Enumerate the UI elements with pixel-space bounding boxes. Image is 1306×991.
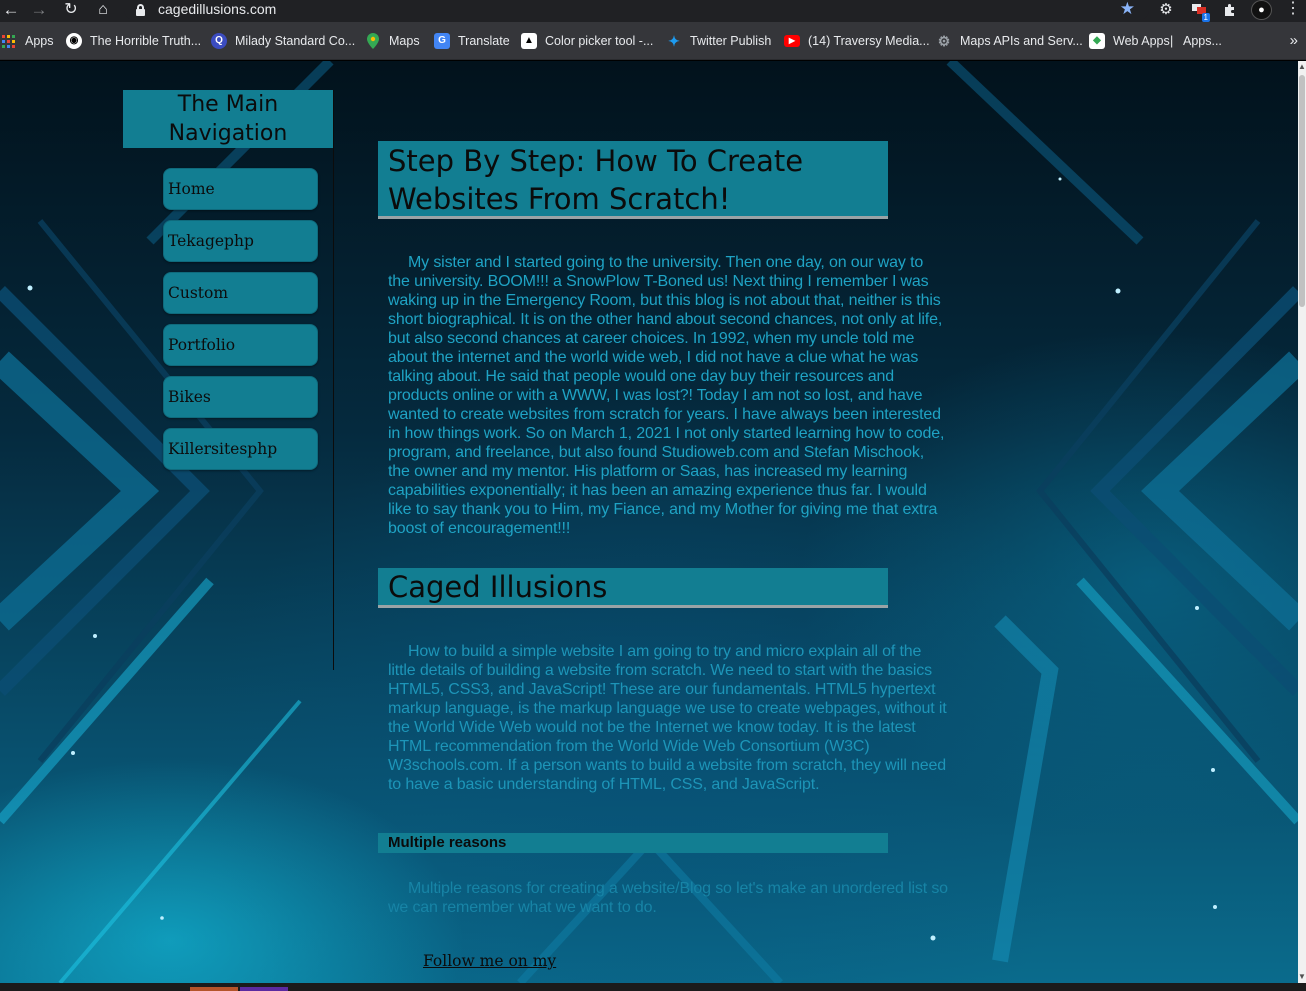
scroll-down-arrow-icon[interactable]: ▼ xyxy=(1298,973,1306,981)
maps-pin-icon xyxy=(365,33,381,49)
browser-toolbar: ← → ↻ ⌂ cagedillusions.com ★ ⚙ 1 ● ⋮ xyxy=(0,0,1306,22)
scroll-up-arrow-icon[interactable]: ▲ xyxy=(1298,63,1306,71)
forward-arrow-icon[interactable]: → xyxy=(28,0,50,20)
extension-flag-icon[interactable]: 1 xyxy=(1188,0,1210,22)
reload-icon[interactable]: ↻ xyxy=(60,0,82,20)
bookmark-label: Apps... xyxy=(1183,34,1222,48)
taskbar-app-indicator[interactable] xyxy=(240,987,288,991)
bookmark-label: The Horrible Truth... xyxy=(90,34,202,48)
main-navigation: The Main Navigation Home Tekagephp Custo… xyxy=(123,90,334,670)
extension-gear-icon[interactable]: ⚙ xyxy=(1155,0,1177,20)
bookmark-label: Translate xyxy=(458,34,510,48)
taskbar-app-indicator[interactable] xyxy=(190,987,238,991)
bookmark-milady[interactable]: Q Milady Standard Co... xyxy=(211,31,355,51)
api-gear-icon: ⚙ xyxy=(937,33,951,49)
page-scrollbar[interactable]: ▲ ▼ xyxy=(1298,61,1306,983)
youtube-icon: ▶ xyxy=(784,35,800,47)
extensions-puzzle-icon[interactable] xyxy=(1219,0,1241,20)
bookmark-apps[interactable]: Apps xyxy=(2,31,54,51)
bookmark-maps-apis[interactable]: ⚙ Maps APIs and Serv... xyxy=(936,31,1083,51)
nav-item-bikes[interactable]: Bikes xyxy=(163,376,318,418)
github-icon: ◉ xyxy=(66,33,82,49)
bookmark-label: Twitter Publish xyxy=(690,34,772,48)
bookmark-apps-more[interactable]: Apps... xyxy=(1183,31,1222,51)
back-arrow-icon[interactable]: ← xyxy=(0,0,22,20)
bookmark-label: Maps xyxy=(389,34,420,48)
bookmark-label: (14) Traversy Media... xyxy=(808,34,930,48)
reasons-paragraph: Multiple reasons for creating a website/… xyxy=(388,880,948,916)
home-icon[interactable]: ⌂ xyxy=(92,0,114,20)
url-text[interactable]: cagedillusions.com xyxy=(158,1,276,17)
address-bar[interactable]: cagedillusions.com ★ xyxy=(124,0,1149,20)
bookmark-web-apps[interactable]: ◆ Web Apps xyxy=(1089,31,1170,51)
nav-item-killersitesphp[interactable]: Killersitesphp xyxy=(163,428,318,470)
apps-grid-icon xyxy=(2,34,15,48)
profile-avatar[interactable]: ● xyxy=(1251,0,1272,20)
bookmark-horrible-truth[interactable]: ◉ The Horrible Truth... xyxy=(66,31,201,51)
scroll-thumb[interactable] xyxy=(1299,75,1305,307)
navigation-title: The Main Navigation xyxy=(123,90,333,148)
bookmark-maps[interactable]: Maps xyxy=(365,31,420,51)
extension-badge: 1 xyxy=(1201,13,1210,22)
caged-illusions-heading: Caged Illusions xyxy=(378,568,888,608)
bookmark-label: Apps xyxy=(25,34,54,48)
bookmark-separator: | xyxy=(1170,34,1174,48)
bookmark-label: Milady Standard Co... xyxy=(235,34,356,48)
article-heading: Step By Step: How To Create Websites Fro… xyxy=(378,141,888,219)
bookmarks-bar: Apps ◉ The Horrible Truth... Q Milady St… xyxy=(0,22,1306,60)
multiple-reasons-heading: Multiple reasons xyxy=(378,833,888,853)
color-picker-icon: ▲ xyxy=(521,33,537,49)
bookmarks-overflow-icon[interactable]: » xyxy=(1290,31,1298,51)
q-logo-icon: Q xyxy=(211,33,227,49)
nav-item-portfolio[interactable]: Portfolio xyxy=(163,324,318,366)
translate-icon: G xyxy=(434,33,450,49)
browser-menu-icon[interactable]: ⋮ xyxy=(1284,0,1302,20)
intro-paragraph: My sister and I started going to the uni… xyxy=(388,254,945,537)
follow-link[interactable]: Follow me on my xyxy=(423,952,556,970)
bookmark-label: Web Apps xyxy=(1113,34,1170,48)
nav-item-custom[interactable]: Custom xyxy=(163,272,318,314)
bookmark-star-icon[interactable]: ★ xyxy=(1120,0,1135,19)
os-taskbar-edge xyxy=(0,983,1306,991)
page-viewport: The Main Navigation Home Tekagephp Custo… xyxy=(0,61,1298,983)
bookmark-label: Maps APIs and Serv... xyxy=(960,34,1083,48)
bookmark-label: Color picker tool -... xyxy=(545,34,654,48)
twitter-icon: ✦ xyxy=(668,33,680,49)
lock-icon[interactable] xyxy=(136,4,145,16)
bookmark-twitter[interactable]: ✦ Twitter Publish xyxy=(666,31,771,51)
bookmark-translate[interactable]: G Translate xyxy=(434,31,510,51)
bookmark-traversy[interactable]: ▶ (14) Traversy Media... xyxy=(784,31,930,51)
nav-item-home[interactable]: Home xyxy=(163,168,318,210)
bookmark-color-picker[interactable]: ▲ Color picker tool -... xyxy=(521,31,653,51)
nav-item-tekagephp[interactable]: Tekagephp xyxy=(163,220,318,262)
web-apps-icon: ◆ xyxy=(1089,33,1105,49)
basics-paragraph: How to build a simple website I am going… xyxy=(388,643,947,793)
